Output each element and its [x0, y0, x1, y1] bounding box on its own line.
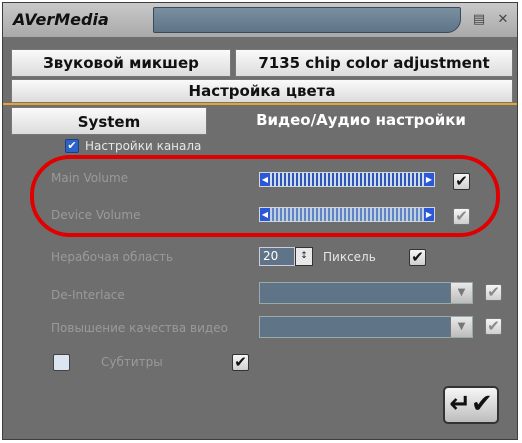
- main-volume-left-arrow-icon[interactable]: ◀: [260, 173, 270, 186]
- pixel-unit-label: Пиксель: [323, 250, 376, 264]
- tab-accent-line: [3, 103, 517, 105]
- device-volume-left-arrow-icon[interactable]: ◀: [260, 208, 270, 221]
- device-volume-slider[interactable]: ◀ ▶: [259, 207, 435, 222]
- deinterlace-select[interactable]: ▼: [259, 282, 473, 304]
- apply-button[interactable]: ↵✔: [443, 386, 499, 424]
- deinterlace-label: De-Interlace: [51, 288, 125, 302]
- menu-icon[interactable]: ▤: [469, 10, 489, 30]
- tab-audio-mixer[interactable]: Звуковой микшер: [11, 49, 231, 77]
- device-volume-right-arrow-icon[interactable]: ▶: [424, 208, 434, 221]
- app-window: AVerMedia ▤ ✕ Звуковой микшер 7135 chip …: [2, 2, 518, 440]
- video-enhance-label: Повышение качества видео: [51, 321, 228, 335]
- title-bar: AVerMedia ▤ ✕: [3, 3, 517, 37]
- subtitles-label: Субтитры: [101, 355, 163, 369]
- deinterlace-dropdown-icon[interactable]: ▼: [450, 283, 472, 303]
- subtitles-toggle-checkbox[interactable]: [53, 354, 70, 371]
- channel-settings-label: Настройки канала: [85, 139, 202, 153]
- tab-color-settings[interactable]: Настройка цвета: [11, 79, 513, 103]
- device-volume-label: Device Volume: [51, 208, 141, 222]
- nonwork-area-label: Нерабочая область: [51, 250, 174, 264]
- tab-system[interactable]: System: [11, 107, 207, 135]
- main-volume-label: Main Volume: [51, 171, 129, 185]
- main-volume-checkbox[interactable]: ✔: [453, 173, 470, 190]
- main-volume-right-arrow-icon[interactable]: ▶: [424, 173, 434, 186]
- video-enhance-dropdown-icon[interactable]: ▼: [450, 317, 472, 337]
- brand-logo: AVerMedia: [13, 10, 109, 29]
- deinterlace-checkbox[interactable]: ✔: [485, 284, 502, 301]
- nonwork-area-input[interactable]: 20: [259, 247, 295, 266]
- video-enhance-select[interactable]: ▼: [259, 316, 473, 338]
- device-volume-checkbox[interactable]: ✔: [453, 208, 470, 225]
- title-display: [153, 7, 461, 33]
- channel-settings-checkbox[interactable]: ✔: [65, 139, 79, 153]
- nonwork-area-checkbox[interactable]: ✔: [409, 249, 426, 266]
- tab-video-audio-settings[interactable]: Видео/Аудио настройки: [209, 107, 513, 135]
- video-enhance-checkbox[interactable]: ✔: [485, 318, 502, 335]
- tab-chip-color-adjustment[interactable]: 7135 chip color adjustment: [235, 49, 513, 77]
- highlight-oval: [30, 155, 500, 237]
- subtitles-checkbox[interactable]: ✔: [232, 354, 249, 371]
- main-volume-slider[interactable]: ◀ ▶: [259, 172, 435, 187]
- close-icon[interactable]: ✕: [493, 10, 513, 30]
- nonwork-area-spinner-icon[interactable]: ↕: [295, 247, 313, 266]
